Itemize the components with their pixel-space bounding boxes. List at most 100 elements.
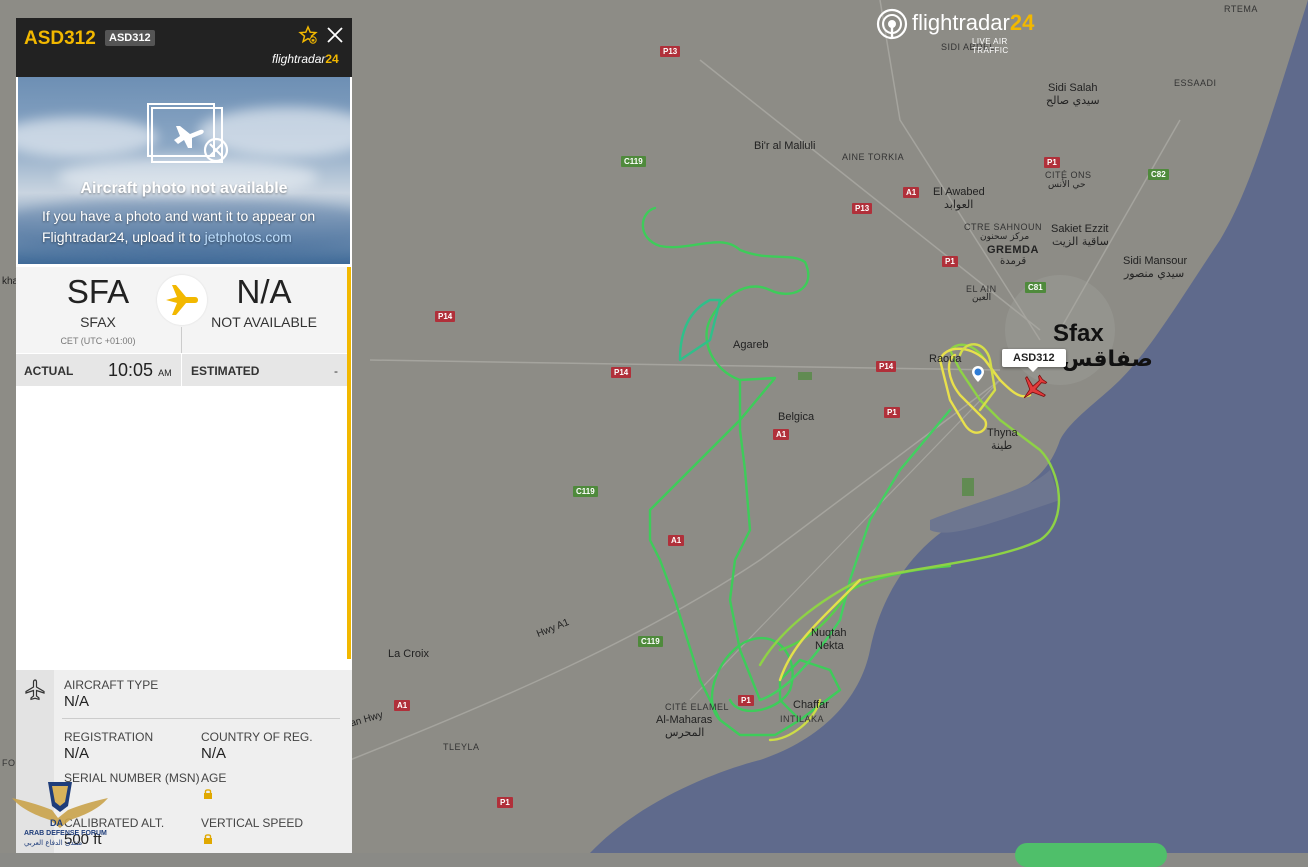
label-bir-malluli: Bi'r al Malluli bbox=[754, 140, 816, 152]
label-thyna-ar: طينة bbox=[991, 439, 1013, 452]
jetphotos-link[interactable]: jetphotos.com bbox=[205, 229, 292, 245]
label-raouadi: Raoua bbox=[929, 353, 962, 365]
label-nuqtah: Nuqtah bbox=[811, 627, 847, 639]
label-el-ain-ar: العين bbox=[972, 293, 992, 303]
aircraft-marker-icon[interactable] bbox=[1018, 372, 1050, 404]
road-shield: P13 bbox=[660, 46, 681, 57]
bookmark-star-icon[interactable] bbox=[298, 25, 318, 45]
label-sakiet-ezzit-ar: ساقية الزيت bbox=[1052, 235, 1109, 248]
panel-brand: flightradar24 bbox=[272, 52, 339, 66]
flightradar24-logo: flightradar24 LIVE AIR TRAFFIC bbox=[876, 8, 1046, 55]
aircraft-type-icon bbox=[25, 679, 45, 701]
label-sidi-mansour: Sidi Mansour bbox=[1123, 255, 1188, 267]
actual-time: 10:05 AM bbox=[108, 360, 172, 381]
road-shield: A1 bbox=[394, 700, 411, 711]
country-label: COUNTRY OF REG. bbox=[201, 730, 313, 744]
label-gremda-ar: قرمدة bbox=[1000, 256, 1027, 267]
origin-city: SFAX bbox=[80, 314, 116, 330]
label-cite-ons: CITÉ ONS bbox=[1045, 170, 1092, 180]
label-al-maharas: Al-Maharas bbox=[656, 714, 713, 726]
label-essaadi: ESSAADI bbox=[1174, 78, 1217, 88]
route-divider bbox=[181, 327, 182, 353]
close-icon[interactable] bbox=[326, 26, 344, 44]
origin-pin-icon[interactable] bbox=[972, 366, 984, 382]
label-sfax-ar: صفاقس bbox=[1062, 347, 1153, 372]
label-aine-torkia: AINE TORKIA bbox=[842, 152, 905, 162]
aircraft-callout[interactable]: ASD312 bbox=[1002, 349, 1066, 372]
label-sfax: Sfax bbox=[1053, 320, 1104, 347]
route-plane-circle bbox=[157, 275, 207, 325]
age-label: AGE bbox=[201, 771, 227, 785]
airplane-icon bbox=[166, 285, 198, 315]
watermark-line2: منتدى الدفاع العربي bbox=[24, 839, 83, 847]
radar-logo-icon bbox=[876, 8, 908, 40]
road-shield: C82 bbox=[1148, 169, 1169, 180]
vertical-speed-lock-icon[interactable] bbox=[203, 833, 213, 844]
label-el-awabed-ar: العوابد bbox=[944, 198, 974, 211]
label-gremda: GREMDA bbox=[987, 244, 1039, 256]
road-shield: P1 bbox=[738, 695, 754, 706]
flight-callsign-badge: ASD312 bbox=[105, 30, 155, 46]
road-shield: C119 bbox=[621, 156, 646, 167]
label-al-maharas-ar: المحرس bbox=[665, 726, 705, 739]
label-la-croix: La Croix bbox=[388, 648, 429, 660]
origin-timezone: CET (UTC +01:00) bbox=[60, 336, 136, 346]
label-sakiet-ezzit: Sakiet Ezzit bbox=[1051, 223, 1109, 235]
age-lock-icon[interactable] bbox=[203, 788, 213, 799]
label-cite-elamel: CITÉ ELAMEL bbox=[665, 702, 730, 712]
label-thyna: Thyna bbox=[987, 427, 1018, 439]
road-shield: P1 bbox=[884, 407, 900, 418]
watermark-logo: DA ARAB DEFENSE FORUM منتدى الدفاع العرب… bbox=[10, 776, 110, 850]
route-section: SFA SFAX CET (UTC +01:00) N/A NOT AVAILA… bbox=[16, 267, 348, 353]
label-ctre-sahnoun: CTRE SAHNOUN bbox=[964, 222, 1043, 232]
country-value: N/A bbox=[201, 745, 227, 762]
label-sidi-salah: Sidi Salah bbox=[1048, 82, 1098, 94]
aircraft-type-value: N/A bbox=[64, 693, 90, 710]
panel-brand-prefix: flightradar bbox=[272, 52, 326, 66]
no-photo-icon bbox=[147, 103, 229, 163]
label-belgica: Belgica bbox=[778, 411, 815, 423]
registration-value: N/A bbox=[64, 745, 90, 762]
aircraft-photo-area[interactable]: Aircraft photo not available If you have… bbox=[18, 77, 350, 264]
flight-callsign: ASD312 bbox=[24, 28, 96, 49]
actual-time-value: 10:05 bbox=[108, 360, 154, 380]
actual-time-ampm: AM bbox=[158, 368, 172, 378]
road-shield: P14 bbox=[611, 367, 632, 378]
logo-title-a: flightradar bbox=[912, 10, 1010, 35]
label-intilaka: INTILAKA bbox=[780, 714, 825, 724]
logo-title-b: 24 bbox=[1009, 10, 1035, 35]
aircraft-type-label: AIRCRAFT TYPE bbox=[64, 678, 159, 692]
watermark-brand: DA bbox=[50, 818, 63, 828]
details-divider bbox=[62, 718, 340, 719]
estimated-value: - bbox=[334, 364, 338, 378]
label-agareb: Agareb bbox=[733, 339, 769, 351]
road-shield: P14 bbox=[876, 361, 897, 372]
destination-code[interactable]: N/A bbox=[184, 273, 344, 311]
vertical-speed-label: VERTICAL SPEED bbox=[201, 816, 304, 830]
watermark-line1: ARAB DEFENSE FORUM bbox=[24, 830, 107, 837]
road-shield: P13 bbox=[852, 203, 873, 214]
times-divider bbox=[181, 354, 182, 386]
road-shield: P1 bbox=[942, 256, 958, 267]
flight-info-panel: ASD312 ASD312 flightradar24 Aircraft pho… bbox=[16, 18, 352, 853]
panel-scrollbar[interactable] bbox=[347, 267, 351, 659]
panel-header: ASD312 ASD312 flightradar24 bbox=[16, 18, 352, 77]
road-shield: C119 bbox=[573, 486, 598, 497]
times-row: ACTUAL 10:05 AM ESTIMATED - bbox=[16, 354, 348, 386]
label-sidi-salah-ar: سيدي صالح bbox=[1046, 94, 1100, 107]
registration-label: REGISTRATION bbox=[64, 730, 154, 744]
label-ctre-sahnoun-ar: مركز سحنون bbox=[980, 232, 1030, 242]
road-shield: C81 bbox=[1025, 282, 1046, 293]
photo-unavailable-title: Aircraft photo not available bbox=[80, 180, 288, 197]
bottom-action-button[interactable] bbox=[1015, 843, 1167, 867]
destination-city: NOT AVAILABLE bbox=[211, 314, 317, 330]
label-chaffar: Chaffar bbox=[793, 699, 829, 711]
road-shield: A1 bbox=[668, 535, 685, 546]
origin-code[interactable]: SFA bbox=[18, 273, 178, 311]
actual-label: ACTUAL bbox=[24, 364, 74, 378]
panel-brand-suffix: 24 bbox=[325, 52, 339, 66]
label-fo: FO bbox=[2, 758, 16, 768]
road-shield: C119 bbox=[638, 636, 663, 647]
label-nekta: Nekta bbox=[815, 640, 844, 652]
label-el-awabed: El Awabed bbox=[933, 186, 985, 198]
